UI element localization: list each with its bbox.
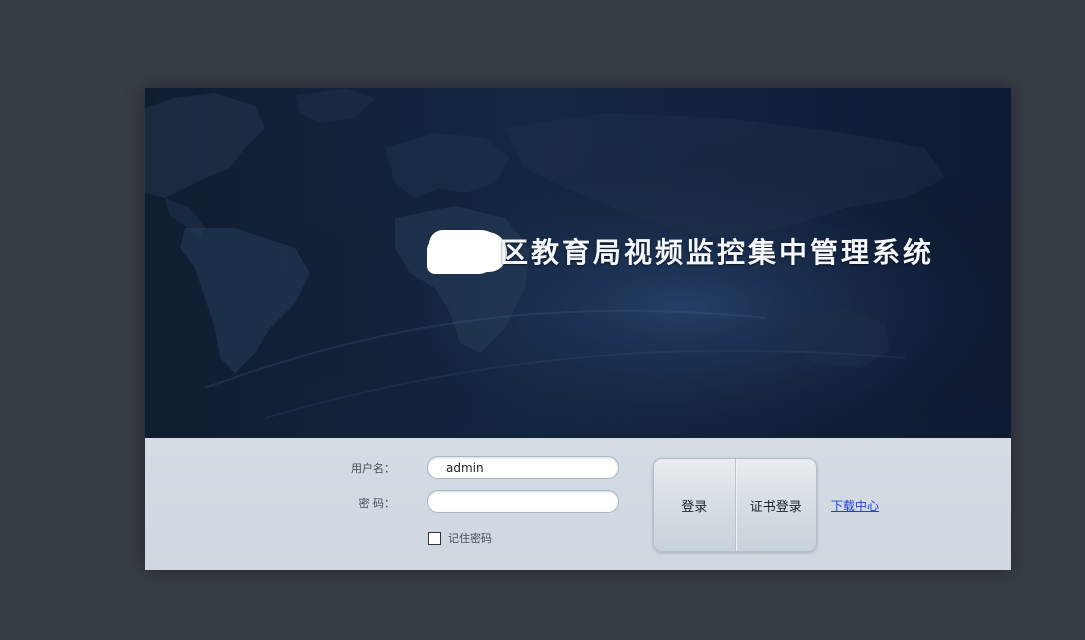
login-panel: 区教育局视频监控集中管理系统 用户名： 密 码： 记住密码 登录 证书登录 下载…	[145, 88, 1011, 570]
login-button[interactable]: 登录	[654, 459, 735, 551]
remember-password[interactable]: 记住密码	[428, 531, 492, 545]
remember-label: 记住密码	[448, 532, 492, 545]
username-label: 用户名：	[351, 462, 395, 475]
password-input[interactable]	[444, 491, 608, 513]
cert-login-button[interactable]: 证书登录	[736, 459, 817, 551]
system-title: 区教育局视频监控集中管理系统	[500, 236, 935, 269]
password-field-wrapper	[427, 490, 619, 513]
username-input[interactable]	[444, 457, 608, 479]
password-label: 密 码：	[358, 497, 396, 510]
login-button-group: 登录 证书登录	[653, 458, 817, 552]
username-field-wrapper	[427, 456, 619, 479]
login-form: 用户名： 密 码： 记住密码 登录 证书登录 下载中心	[145, 438, 1011, 570]
download-center-link[interactable]: 下载中心	[831, 497, 879, 514]
banner: 区教育局视频监控集中管理系统	[145, 88, 1011, 438]
redaction-mark	[429, 230, 501, 270]
remember-checkbox[interactable]	[428, 531, 441, 545]
